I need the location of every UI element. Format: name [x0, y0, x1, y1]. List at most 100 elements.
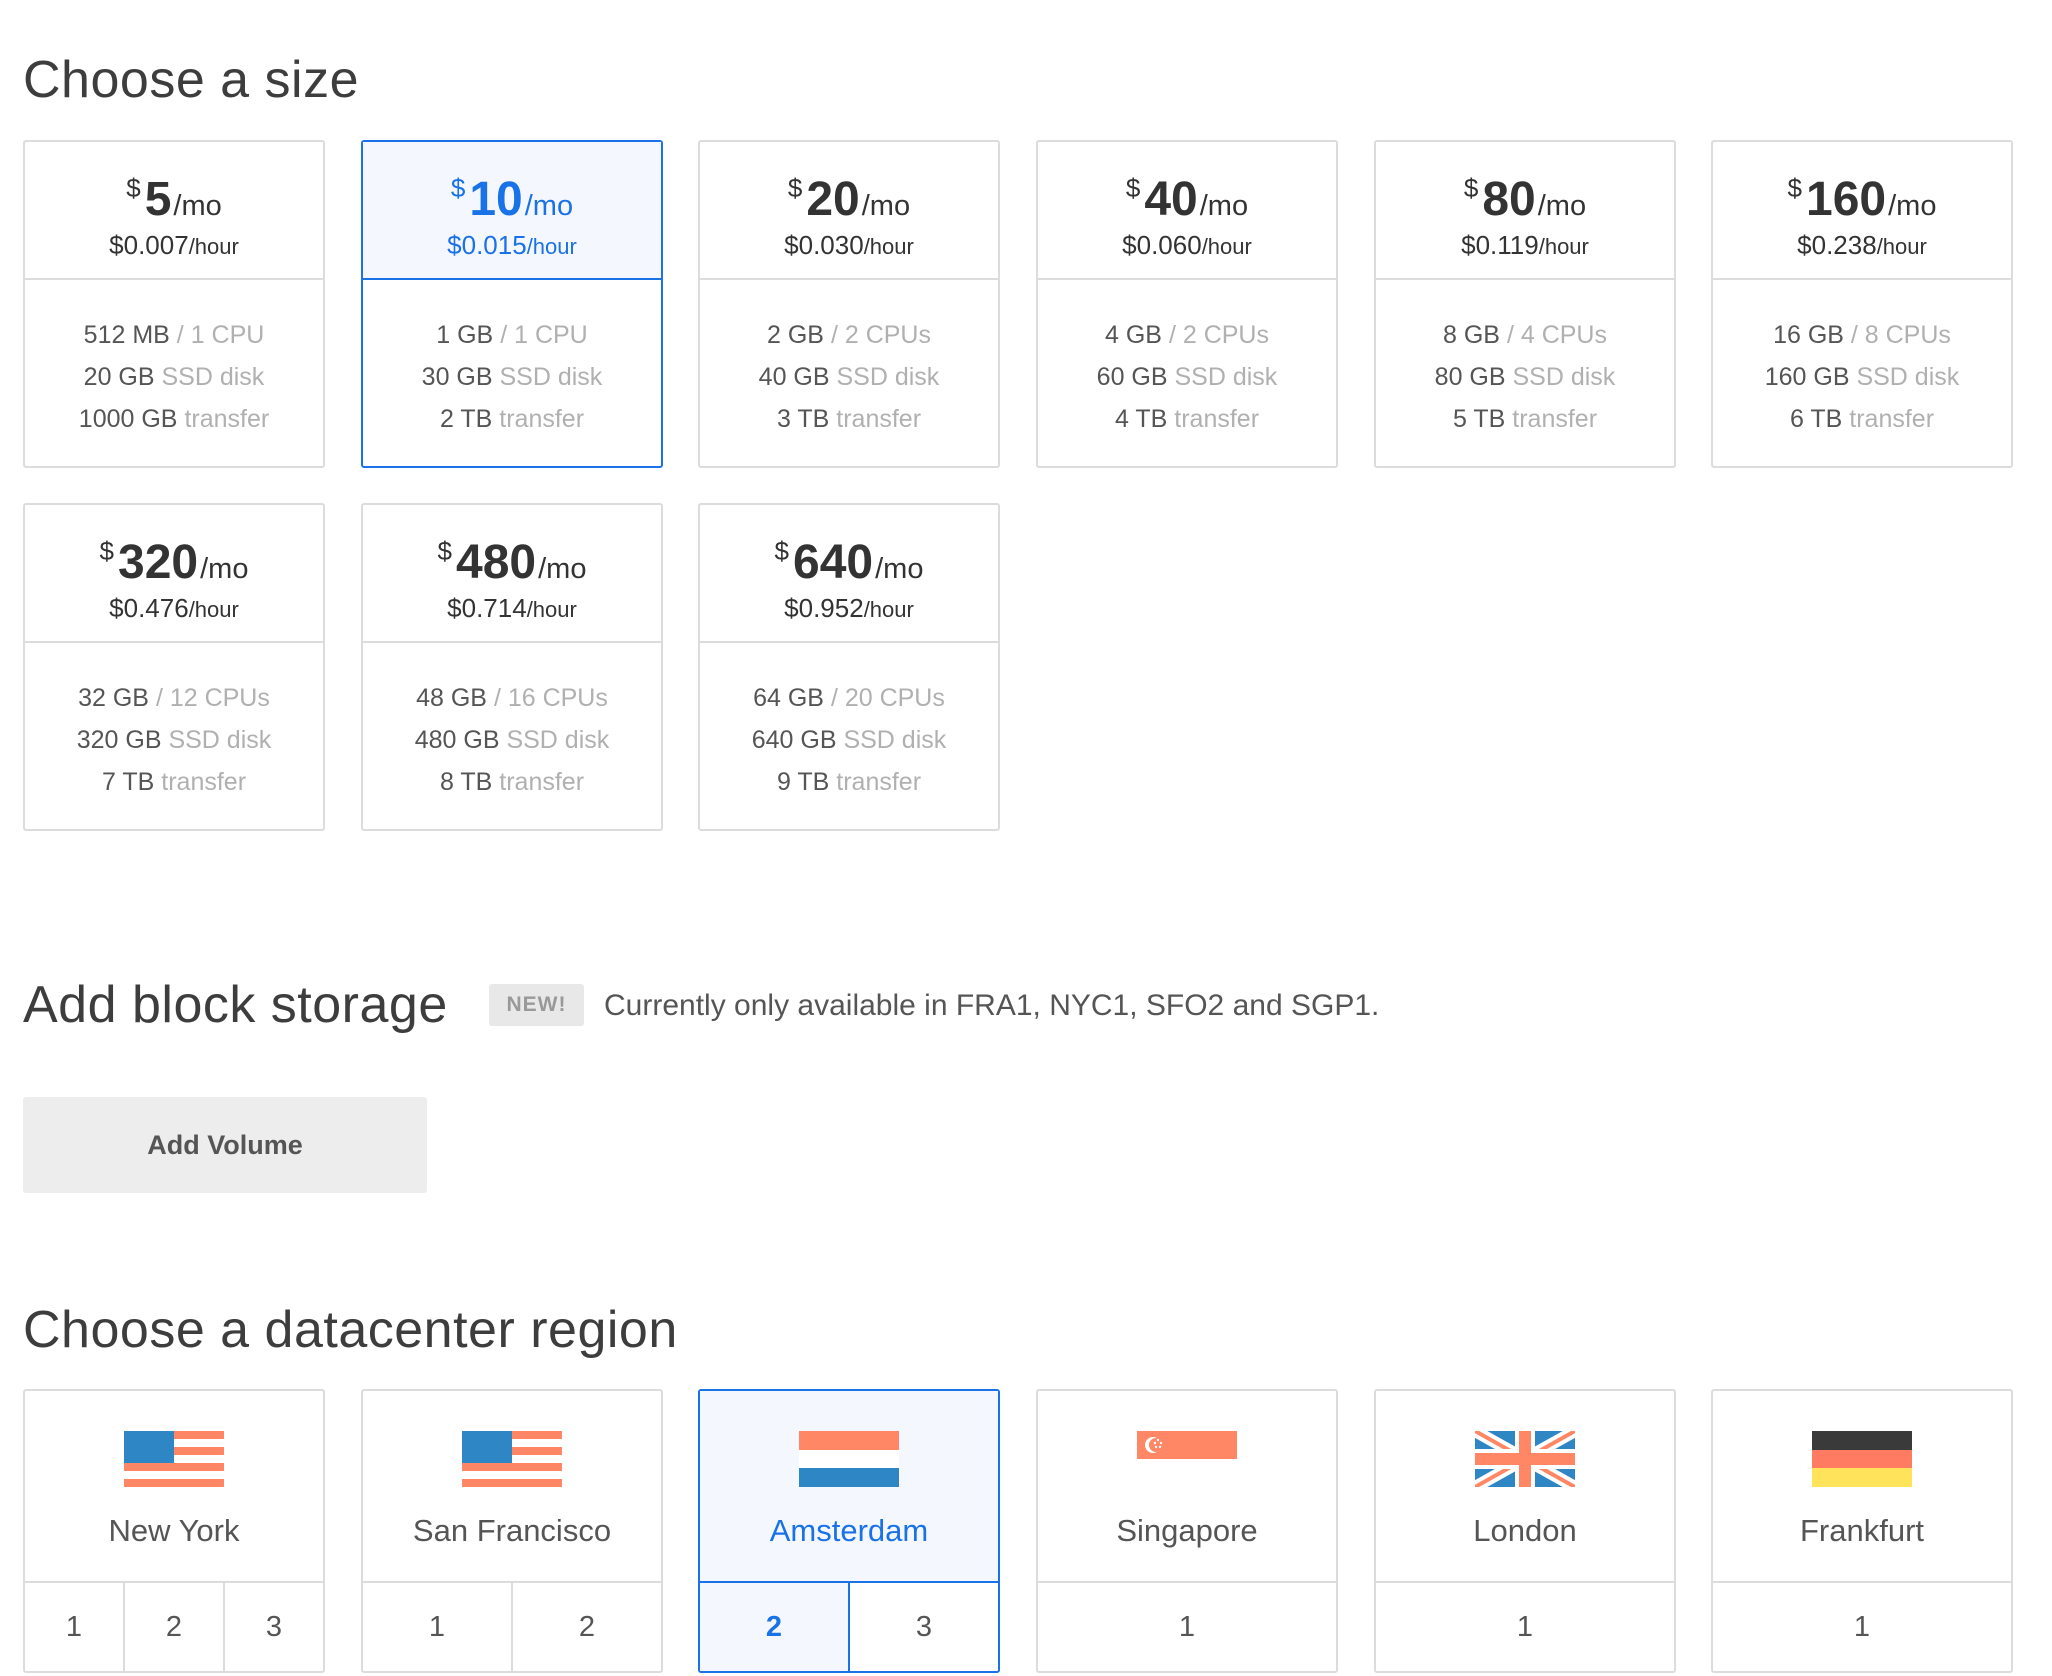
disk-label: SSD disk	[843, 726, 947, 754]
availability-note: Currently only available in FRA1, NYC1, …	[604, 989, 1380, 1022]
size-specs: 512 MB / 1 CPU 20 GB SSD disk 1000 GB tr…	[25, 280, 323, 440]
uk-flag-icon	[1475, 1431, 1575, 1487]
datacenter-option[interactable]: 3	[850, 1583, 998, 1671]
transfer-label: transfer	[836, 405, 922, 433]
add-volume-button[interactable]: Add Volume	[23, 1097, 427, 1193]
transfer-amount: 7 TB	[101, 768, 155, 796]
datacenter-option[interactable]: 3	[225, 1583, 323, 1671]
monthly-price: 10	[469, 173, 523, 226]
monthly-price: 160	[1806, 173, 1887, 226]
datacenter-option[interactable]: 1	[25, 1583, 125, 1671]
disk-label: SSD disk	[1512, 363, 1616, 391]
datacenter-option[interactable]: 1	[363, 1583, 513, 1671]
currency-symbol: $	[126, 173, 141, 203]
datacenter-option[interactable]: 2	[513, 1583, 661, 1671]
region-card-singapore: Singapore 1	[1036, 1389, 1338, 1673]
memory: 1 GB	[436, 321, 494, 349]
datacenter-option[interactable]: 2	[125, 1583, 225, 1671]
region-section-title: Choose a datacenter region	[23, 1301, 678, 1359]
disk-size: 40 GB	[758, 363, 830, 391]
region-select[interactable]: New York	[25, 1391, 323, 1583]
size-price: $320/mo $0.476/hour	[25, 505, 323, 643]
memory: 512 MB	[83, 321, 170, 349]
size-card-640[interactable]: $640/mo $0.952/hour 64 GB / 20 CPUs 640 …	[698, 503, 1000, 831]
datacenter-option[interactable]: 1	[1376, 1583, 1674, 1671]
hourly-price: $0.238	[1797, 230, 1877, 260]
transfer-label: transfer	[1849, 405, 1935, 433]
region-select[interactable]: Amsterdam	[700, 1391, 998, 1583]
hourly-price: $0.952	[784, 593, 864, 623]
per-hour: /hour	[863, 234, 914, 259]
transfer-label: transfer	[184, 405, 270, 433]
size-price: $80/mo $0.119/hour	[1376, 142, 1674, 280]
disk-size: 80 GB	[1434, 363, 1506, 391]
size-price: $5/mo $0.007/hour	[25, 142, 323, 280]
per-hour: /hour	[1538, 234, 1589, 259]
per-month: /mo	[538, 553, 587, 585]
disk-size: 480 GB	[414, 726, 500, 754]
memory: 48 GB	[416, 684, 487, 712]
size-card-5[interactable]: $5/mo $0.007/hour 512 MB / 1 CPU 20 GB S…	[23, 140, 325, 468]
per-month: /mo	[524, 190, 574, 222]
disk-label: SSD disk	[168, 726, 272, 754]
datacenter-option[interactable]: 1	[1038, 1583, 1336, 1671]
size-price: $640/mo $0.952/hour	[700, 505, 998, 643]
size-card-320[interactable]: $320/mo $0.476/hour 32 GB / 12 CPUs 320 …	[23, 503, 325, 831]
region-name: London	[1473, 1513, 1577, 1548]
cpu-count: / 12 CPUs	[155, 684, 270, 712]
transfer-amount: 1000 GB	[78, 405, 178, 433]
region-name: Frankfurt	[1799, 1513, 1925, 1548]
disk-label: SSD disk	[161, 363, 265, 391]
size-card-20[interactable]: $20/mo $0.030/hour 2 GB / 2 CPUs 40 GB S…	[698, 140, 1000, 468]
currency-symbol: $	[450, 173, 466, 203]
region-select[interactable]: Singapore	[1038, 1391, 1336, 1583]
disk-label: SSD disk	[1174, 363, 1278, 391]
currency-symbol: $	[437, 536, 453, 566]
size-card-160[interactable]: $160/mo $0.238/hour 16 GB / 8 CPUs 160 G…	[1711, 140, 2013, 468]
currency-symbol: $	[99, 536, 115, 566]
memory: 2 GB	[767, 321, 824, 349]
transfer-label: transfer	[161, 768, 247, 796]
datacenter-option[interactable]: 1	[1713, 1583, 2011, 1671]
transfer-label: transfer	[499, 768, 585, 796]
region-select[interactable]: San Francisco	[363, 1391, 661, 1583]
disk-label: SSD disk	[499, 363, 603, 391]
datacenter-option-selected[interactable]: 2	[700, 1583, 850, 1671]
region-card-frankfurt: Frankfurt 1	[1711, 1389, 2013, 1673]
per-month: /mo	[875, 553, 924, 585]
transfer-label: transfer	[1174, 405, 1260, 433]
region-select[interactable]: London	[1376, 1391, 1674, 1583]
size-card-10[interactable]: $10/mo $0.015/hour 1 GB / 1 CPU 30 GB SS…	[361, 140, 663, 468]
monthly-price: 5	[144, 173, 172, 226]
memory: 32 GB	[78, 684, 149, 712]
germany-flag-icon	[1812, 1431, 1912, 1487]
memory: 4 GB	[1105, 321, 1162, 349]
per-hour: /hour	[526, 234, 577, 259]
per-month: /mo	[173, 190, 222, 222]
per-hour: /hour	[188, 597, 239, 622]
size-card-480[interactable]: $480/mo $0.714/hour 48 GB / 16 CPUs 480 …	[361, 503, 663, 831]
per-hour: /hour	[188, 234, 239, 259]
size-specs: 8 GB / 4 CPUs 80 GB SSD disk 5 TB transf…	[1376, 280, 1674, 440]
memory: 8 GB	[1443, 321, 1500, 349]
per-month: /mo	[861, 190, 911, 222]
cpu-count: / 1 CPU	[500, 321, 588, 349]
per-hour: /hour	[863, 597, 914, 622]
storage-section-title: Add block storage	[23, 976, 448, 1034]
currency-symbol: $	[787, 173, 803, 203]
transfer-amount: 6 TB	[1789, 405, 1843, 433]
monthly-price: 80	[1482, 173, 1536, 226]
size-card-80[interactable]: $80/mo $0.119/hour 8 GB / 4 CPUs 80 GB S…	[1374, 140, 1676, 468]
monthly-price: 640	[793, 536, 874, 589]
size-card-40[interactable]: $40/mo $0.060/hour 4 GB / 2 CPUs 60 GB S…	[1036, 140, 1338, 468]
transfer-amount: 4 TB	[1114, 405, 1168, 433]
size-price: $20/mo $0.030/hour	[700, 142, 998, 280]
disk-size: 30 GB	[421, 363, 493, 391]
currency-symbol: $	[1463, 173, 1479, 203]
region-select[interactable]: Frankfurt	[1713, 1391, 2011, 1583]
us-flag-icon	[462, 1431, 562, 1487]
transfer-amount: 9 TB	[776, 768, 830, 796]
cpu-count: / 20 CPUs	[830, 684, 945, 712]
size-price: $480/mo $0.714/hour	[363, 505, 661, 643]
size-section-title: Choose a size	[23, 51, 360, 109]
